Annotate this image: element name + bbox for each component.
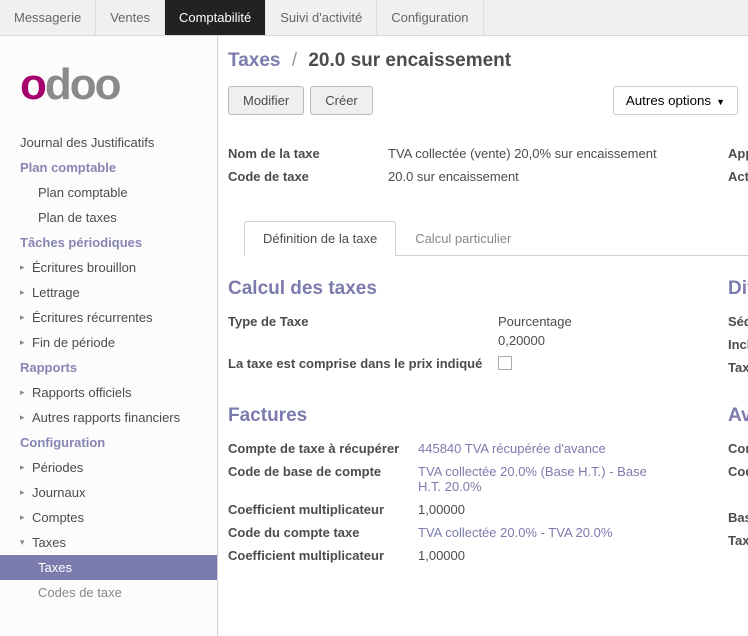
label-taxe-c: Taxe c	[728, 533, 748, 548]
sidebar-item-ecritures-brouillon[interactable]: ▸Écritures brouillon	[0, 255, 217, 280]
label-code-compte: Code du compte taxe	[228, 525, 418, 540]
caret-down-icon: ▼	[716, 97, 725, 107]
label-compte-cut: Compte	[728, 441, 748, 456]
label-coef: Coefficient multiplicateur	[228, 502, 418, 517]
sidebar-item-plan-comptable[interactable]: Plan comptable	[0, 180, 217, 205]
nav-messaging[interactable]: Messagerie	[0, 0, 96, 35]
logo: odoo	[0, 48, 217, 130]
nav-config[interactable]: Configuration	[377, 0, 483, 35]
chevron-down-icon: ▾	[20, 537, 28, 548]
tab-calcul[interactable]: Calcul particulier	[396, 221, 530, 256]
nav-sales[interactable]: Ventes	[96, 0, 165, 35]
sidebar-section-taches: Tâches périodiques	[0, 230, 217, 255]
chevron-right-icon: ▸	[20, 262, 28, 273]
sidebar-item-journal-justif[interactable]: Journal des Justificatifs	[0, 130, 217, 155]
sidebar-item-fin-periode[interactable]: ▸Fin de période	[0, 330, 217, 355]
sidebar-item-comptes[interactable]: ▸Comptes	[0, 505, 217, 530]
chevron-right-icon: ▸	[20, 287, 28, 298]
section-avoirs: Avoi	[728, 405, 748, 427]
sidebar-section-config: Configuration	[0, 430, 217, 455]
label-nom-taxe: Nom de la taxe	[228, 146, 388, 161]
breadcrumb: Taxes / 20.0 sur encaissement	[218, 36, 748, 82]
sidebar-item-lettrage[interactable]: ▸Lettrage	[0, 280, 217, 305]
chevron-right-icon: ▸	[20, 387, 28, 398]
tab-definition[interactable]: Définition de la taxe	[244, 221, 396, 256]
label-taxe-su: Taxe su	[728, 360, 748, 375]
value-coef2: 1,00000	[418, 548, 465, 563]
options-button[interactable]: Autres options▼	[613, 86, 738, 115]
checkbox-comprise[interactable]	[498, 356, 512, 370]
label-base-c: Base c	[728, 510, 748, 525]
sidebar-item-codes-taxe[interactable]: Codes de taxe	[0, 580, 217, 605]
nav-activity[interactable]: Suivi d'activité	[266, 0, 377, 35]
chevron-right-icon: ▸	[20, 487, 28, 498]
label-pourcentage: Pourcentage	[498, 314, 572, 329]
label-incluse: Incluse	[728, 337, 748, 352]
chevron-right-icon: ▸	[20, 512, 28, 523]
sidebar-item-taxes-sub[interactable]: Taxes	[0, 555, 217, 580]
creer-button[interactable]: Créer	[310, 86, 373, 115]
link-compte-recup[interactable]: 445840 TVA récupérée d'avance	[418, 441, 606, 456]
sidebar-item-journaux[interactable]: ▸Journaux	[0, 480, 217, 505]
link-code-compte[interactable]: TVA collectée 20.0% - TVA 20.0%	[418, 525, 612, 540]
sidebar-item-periodes[interactable]: ▸Périodes	[0, 455, 217, 480]
label-type-taxe: Type de Taxe	[228, 314, 498, 348]
breadcrumb-root[interactable]: Taxes	[228, 50, 280, 71]
label-code-p: Code p	[728, 464, 748, 479]
value-coef: 1,00000	[418, 502, 465, 517]
chevron-right-icon: ▸	[20, 337, 28, 348]
label-applic: Applic	[728, 146, 748, 161]
nav-accounting[interactable]: Comptabilité	[165, 0, 266, 35]
label-compte-recup: Compte de taxe à récupérer	[228, 441, 418, 456]
value-pourcentage: 0,20000	[498, 333, 572, 348]
label-code-taxe: Code de taxe	[228, 169, 388, 184]
value-nom-taxe: TVA collectée (vente) 20,0% sur encaisse…	[388, 146, 657, 161]
breadcrumb-current: 20.0 sur encaissement	[308, 50, 511, 71]
value-code-taxe: 20.0 sur encaissement	[388, 169, 519, 184]
chevron-right-icon: ▸	[20, 312, 28, 323]
label-sequen: Séquen	[728, 314, 748, 329]
sidebar-item-ecritures-rec[interactable]: ▸Écritures récurrentes	[0, 305, 217, 330]
top-nav: Messagerie Ventes Comptabilité Suivi d'a…	[0, 0, 748, 36]
section-factures: Factures	[228, 405, 688, 427]
section-calcul-taxes: Calcul des taxes	[228, 278, 688, 300]
section-divers: Diver	[728, 278, 748, 300]
tabs: Définition de la taxe Calcul particulier	[244, 220, 748, 256]
chevron-right-icon: ▸	[20, 462, 28, 473]
sidebar-section-plan: Plan comptable	[0, 155, 217, 180]
label-coef2: Coefficient multiplicateur	[228, 548, 418, 563]
label-comprise-prix: La taxe est comprise dans le prix indiqu…	[228, 356, 498, 373]
label-actif: Actif	[728, 169, 748, 184]
modifier-button[interactable]: Modifier	[228, 86, 304, 115]
main-content: Taxes / 20.0 sur encaissement Modifier C…	[218, 36, 748, 636]
sidebar-item-rapports-officiels[interactable]: ▸Rapports officiels	[0, 380, 217, 405]
sidebar-item-autres-rapports[interactable]: ▸Autres rapports financiers	[0, 405, 217, 430]
sidebar-section-rapports: Rapports	[0, 355, 217, 380]
sidebar-item-taxes[interactable]: ▾Taxes	[0, 530, 217, 555]
sidebar-item-plan-taxes[interactable]: Plan de taxes	[0, 205, 217, 230]
sidebar: odoo Journal des Justificatifs Plan comp…	[0, 36, 218, 636]
chevron-right-icon: ▸	[20, 412, 28, 423]
toolbar: Modifier Créer Autres options▼	[218, 82, 748, 128]
label-code-base: Code de base de compte	[228, 464, 418, 494]
link-code-base[interactable]: TVA collectée 20.0% (Base H.T.) - Base H…	[418, 464, 668, 494]
